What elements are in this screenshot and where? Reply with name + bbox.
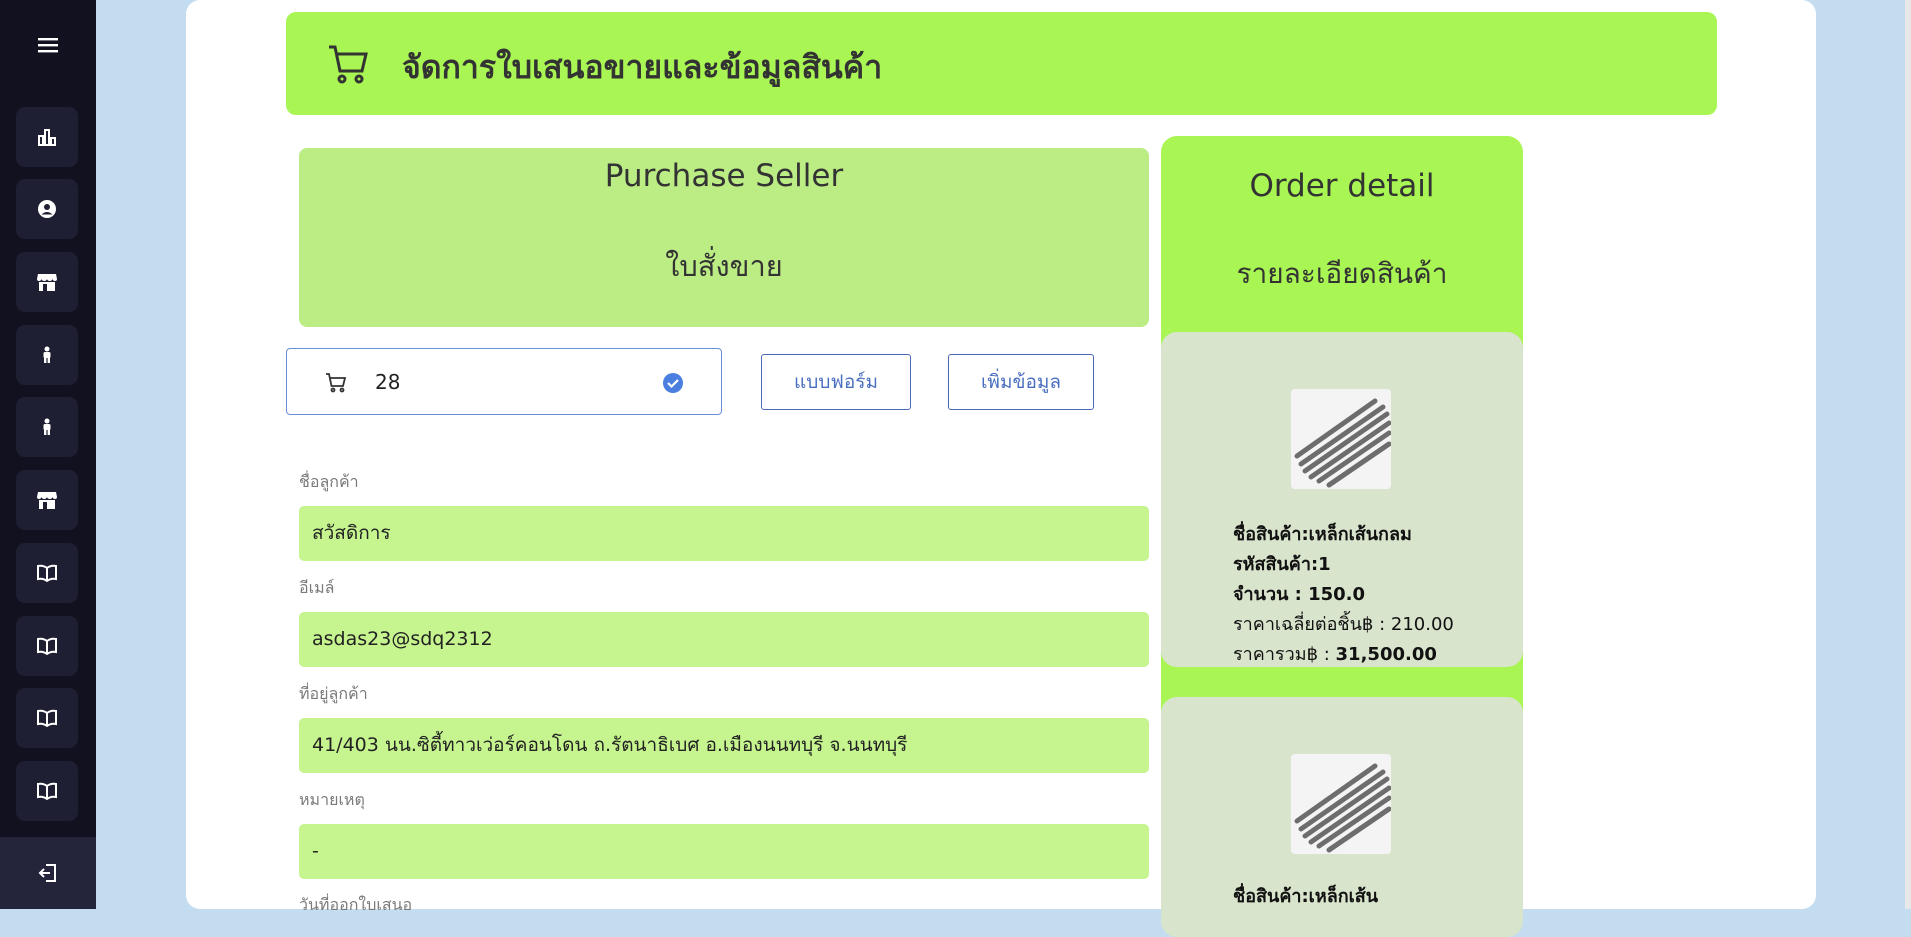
logout-button[interactable] — [0, 837, 96, 909]
issue-date-label: วันที่ออกใบเสนอ — [299, 895, 413, 914]
store-icon — [37, 274, 57, 291]
page-title: จัดการใบเสนอขายและข้อมูลสินค้า — [402, 48, 883, 86]
order-item-card: ชื่อสินค้า:เหล็กเส้น — [1161, 697, 1523, 937]
sidebar-item-profile[interactable] — [16, 179, 78, 239]
order-id-field[interactable]: 28 — [286, 348, 722, 415]
sidebar-item-book-3[interactable] — [16, 688, 78, 748]
order-detail-title-en: Order detail — [1249, 168, 1435, 204]
product-total-label: ราคารวม฿ : — [1233, 644, 1336, 665]
sidebar-item-book-2[interactable] — [16, 616, 78, 676]
sidebar-item-employee[interactable] — [16, 397, 78, 457]
book-icon — [37, 709, 57, 727]
product-total-value: 31,500.00 — [1335, 644, 1437, 665]
product-avg-price-value: 210.00 — [1390, 614, 1454, 635]
purchase-title-en: Purchase Seller — [604, 158, 844, 194]
product-name-value: เหล็กเส้น — [1308, 886, 1379, 907]
order-item-card: ชื่อสินค้า:เหล็กเส้นกลม รหัสสินค้า:1 จำน… — [1161, 332, 1523, 667]
product-name-value: เหล็กเส้นกลม — [1308, 524, 1412, 545]
user-circle-icon — [38, 200, 56, 218]
product-image — [1291, 389, 1391, 489]
product-image — [1291, 754, 1391, 854]
book-icon — [37, 637, 57, 655]
page-header: จัดการใบเสนอขายและข้อมูลสินค้า — [286, 12, 1717, 115]
sidebar-item-dashboard[interactable] — [16, 107, 78, 167]
sidebar-item-store-2[interactable] — [16, 470, 78, 530]
logout-icon — [38, 864, 56, 882]
product-avg-price-label: ราคาเฉลี่ยต่อชิ้น฿ : — [1233, 614, 1391, 635]
menu-icon[interactable] — [31, 30, 65, 60]
check-circle-icon — [663, 373, 683, 393]
sidebar-item-book-1[interactable] — [16, 543, 78, 603]
product-qty: จำนวน : 150.0 — [1233, 579, 1365, 608]
scrollbar[interactable] — [1905, 0, 1911, 909]
form-button[interactable]: แบบฟอร์ม — [761, 354, 911, 410]
person-icon — [43, 418, 51, 435]
purchase-title-th: ใบสั่งขาย — [665, 249, 783, 283]
customer-name-label: ชื่อลูกค้า — [299, 472, 359, 491]
order-id-value: 28 — [375, 370, 401, 394]
purchase-seller-card: Purchase Seller ใบสั่งขาย — [299, 148, 1149, 327]
note-label: หมายเหตุ — [299, 790, 365, 809]
sidebar — [0, 0, 96, 909]
customer-name-field[interactable]: สวัสดิการ — [299, 506, 1149, 561]
product-total: ราคารวม฿ : 31,500.00 — [1233, 639, 1437, 667]
email-field[interactable]: asdas23@sdq2312 — [299, 612, 1149, 667]
product-code: รหัสสินค้า:1 — [1233, 549, 1331, 578]
address-field[interactable]: 41/403 นน.ซิตี้ทาวเว่อร์คอนโดน ถ.รัตนาธิ… — [299, 718, 1149, 773]
book-icon — [37, 782, 57, 800]
product-avg-price: ราคาเฉลี่ยต่อชิ้น฿ : 210.00 — [1233, 609, 1454, 638]
product-qty-label: จำนวน : — [1233, 584, 1309, 605]
cart-icon — [326, 373, 347, 393]
order-detail-title-th: รายละเอียดสินค้า — [1236, 257, 1448, 290]
add-data-button[interactable]: เพิ่มข้อมูล — [948, 354, 1094, 410]
product-name-label: ชื่อสินค้า: — [1233, 886, 1309, 907]
person-icon — [43, 346, 51, 363]
product-name: ชื่อสินค้า:เหล็กเส้น — [1233, 881, 1378, 910]
email-label: อีเมล์ — [299, 578, 335, 597]
product-code-value: 1 — [1318, 554, 1331, 575]
store-icon — [37, 492, 57, 509]
sidebar-item-customer[interactable] — [16, 325, 78, 385]
product-code-label: รหัสสินค้า: — [1233, 554, 1319, 575]
sidebar-item-book-4[interactable] — [16, 761, 78, 821]
chart-icon — [38, 129, 56, 146]
book-icon — [37, 564, 57, 582]
product-qty-value: 150.0 — [1308, 584, 1366, 605]
note-field[interactable]: - — [299, 824, 1149, 879]
product-name-label: ชื่อสินค้า: — [1233, 524, 1309, 545]
sidebar-item-store[interactable] — [16, 252, 78, 312]
address-label: ที่อยู่ลูกค้า — [299, 684, 368, 703]
cart-icon — [329, 45, 368, 84]
product-name: ชื่อสินค้า:เหล็กเส้นกลม — [1233, 519, 1412, 548]
